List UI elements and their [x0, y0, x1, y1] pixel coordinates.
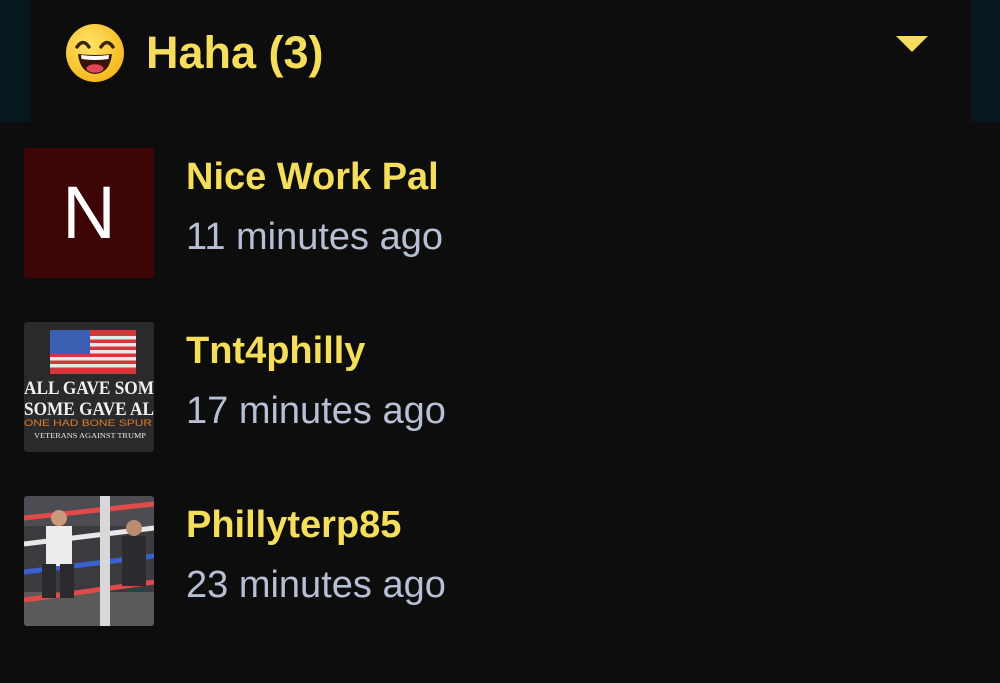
user-name[interactable]: Nice Work Pal	[186, 154, 439, 200]
avatar[interactable]: ALL GAVE SOM SOME GAVE AL ONE HAD BONE S…	[24, 322, 154, 452]
user-name[interactable]: Tnt4philly	[186, 328, 365, 374]
avatar-letter: N	[24, 148, 154, 278]
reaction-time: 23 minutes ago	[186, 564, 446, 606]
user-row-phillyterp85[interactable]: Phillyterp85 23 minutes ago	[0, 470, 1000, 626]
avatar-text-line-1: ALL GAVE SOM	[24, 378, 154, 399]
reaction-title: Haha (3)	[146, 27, 324, 78]
reaction-time: 17 minutes ago	[186, 390, 446, 432]
flag-icon	[50, 330, 136, 374]
caret-down-icon[interactable]	[894, 34, 930, 54]
avatar-text-line-4: VETERANS AGAINST TRUMP	[34, 432, 146, 440]
avatar[interactable]	[24, 496, 154, 626]
avatar-text-line-2: SOME GAVE AL	[24, 399, 154, 420]
reaction-header[interactable]: Haha (3)	[30, 0, 971, 122]
avatar-text-line-3: ONE HAD BONE SPUR	[24, 418, 153, 428]
reaction-time: 11 minutes ago	[186, 216, 444, 258]
avatar[interactable]: N	[24, 148, 154, 278]
grinning-face-icon	[66, 24, 124, 82]
left-edge-strip	[0, 0, 30, 122]
avatar-image	[24, 496, 154, 626]
user-name[interactable]: Phillyterp85	[186, 502, 401, 548]
user-row-nice-work-pal[interactable]: N Nice Work Pal 11 minutes ago	[0, 122, 1000, 278]
right-edge-strip	[971, 0, 1000, 122]
reactions-page: Haha (3) N Nice Work Pal 11 minutes ago	[0, 0, 1000, 683]
user-row-tnt4philly[interactable]: ALL GAVE SOM SOME GAVE AL ONE HAD BONE S…	[0, 296, 1000, 452]
avatar-image: ALL GAVE SOM SOME GAVE AL ONE HAD BONE S…	[24, 322, 154, 452]
